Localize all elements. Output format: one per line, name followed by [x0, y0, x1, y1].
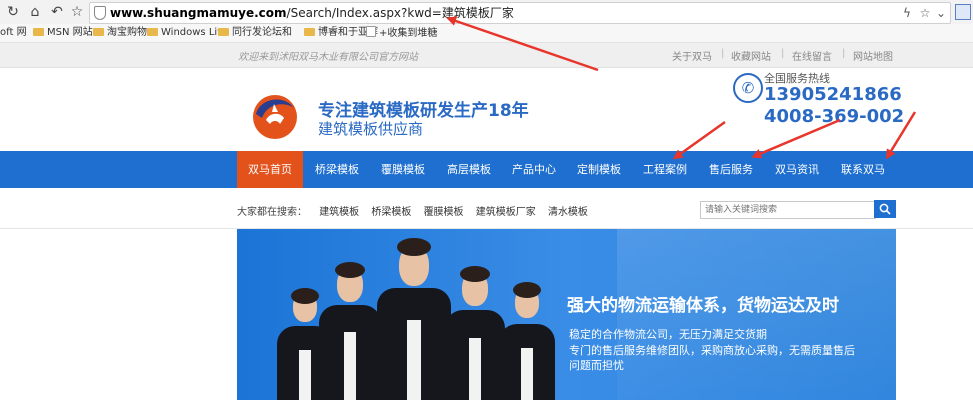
undo-icon[interactable]: ↶ — [48, 3, 66, 21]
lightning-icon[interactable]: ϟ — [900, 6, 914, 20]
dropdown-chevron-icon[interactable]: ⌄ — [934, 6, 948, 20]
phone-icon: ✆ — [733, 73, 763, 103]
folder-icon — [304, 28, 315, 36]
banner-text-line: 专门的售后服务维修团队，采购商放心采购，无需质量售后 — [569, 344, 855, 357]
hot-search-link[interactable]: 建筑模板 — [319, 203, 359, 218]
hero-banner[interactable]: 强大的物流运输体系，货物运达及时 稳定的合作物流公司，无压力满足交货期 专门的售… — [237, 229, 896, 400]
nav-home[interactable]: 双马首页 — [237, 151, 303, 188]
search-input[interactable] — [700, 201, 876, 219]
bookmark-item[interactable]: Windows Liv — [147, 26, 223, 40]
banner-text-line: 问题而担忧 — [569, 359, 624, 372]
hotline-phone-1: 13905241866 — [764, 84, 902, 105]
message-link[interactable]: 在线留言 — [792, 48, 832, 63]
nav-cases[interactable]: 工程案例 — [633, 151, 697, 188]
folder-icon — [33, 28, 44, 36]
search-button[interactable] — [874, 200, 896, 218]
hot-searches-label: 大家都在搜索： — [237, 207, 307, 218]
nav-custom-formwork[interactable]: 定制模板 — [567, 151, 631, 188]
banner-text-line: 稳定的合作物流公司，无压力满足交货期 — [569, 328, 767, 341]
nav-contact[interactable]: 联系双马 — [831, 151, 895, 188]
bookmark-site-link[interactable]: 收藏网站 — [731, 48, 771, 63]
site-topbar: 欢迎来到沭阳双马木业有限公司官方网站 关于双马 | 收藏网站 | 在线留言 | … — [0, 43, 973, 68]
nav-news[interactable]: 双马资讯 — [765, 151, 829, 188]
hot-searches: 大家都在搜索： 建筑模板 桥梁模板 覆膜模板 建筑模板厂家 清水模板 — [237, 203, 588, 218]
folder-icon — [147, 28, 158, 36]
bookmark-item[interactable]: oft 网 — [0, 26, 27, 40]
bookmark-item[interactable]: 淘宝购物 — [93, 26, 147, 40]
bookmarks-bar: oft 网 MSN 网站 淘宝购物 Windows Liv 同行发论坛和 博睿和… — [0, 24, 973, 43]
hot-search-link[interactable]: 建筑模板厂家 — [476, 203, 536, 218]
banner-title: 强大的物流运输体系，货物运达及时 — [567, 296, 839, 316]
star-icon[interactable]: ☆ — [68, 3, 86, 21]
address-bar[interactable]: www.shuangmamuye.com/Search/Index.aspx?k… — [89, 2, 951, 24]
nav-bridge-formwork[interactable]: 桥梁模板 — [305, 151, 369, 188]
folder-icon — [93, 28, 104, 36]
reload-icon[interactable]: ↻ — [4, 3, 22, 21]
url-text[interactable]: www.shuangmamuye.com/Search/Index.aspx?k… — [110, 5, 514, 21]
search-icon — [879, 203, 891, 215]
divider: | — [721, 48, 725, 59]
about-link[interactable]: 关于双马 — [672, 48, 712, 63]
divider: | — [842, 48, 846, 59]
nav-film-formwork[interactable]: 覆膜模板 — [371, 151, 435, 188]
bookmark-item[interactable]: +收集到堆糖 — [366, 26, 437, 40]
slogan-sub: 建筑模板供应商 — [318, 120, 424, 138]
security-shield-icon — [94, 6, 106, 20]
divider: | — [781, 48, 785, 59]
hot-search-link[interactable]: 桥梁模板 — [371, 203, 411, 218]
browser-toolbar: ↻ ⌂ ↶ ☆ www.shuangmamuye.com/Search/Inde… — [0, 0, 973, 25]
sitemap-link[interactable]: 网站地图 — [853, 48, 893, 63]
hot-search-link[interactable]: 清水模板 — [548, 203, 588, 218]
nav-products[interactable]: 产品中心 — [502, 151, 566, 188]
hot-search-link[interactable]: 覆膜模板 — [424, 203, 464, 218]
bookmark-item[interactable]: 同行发论坛和 — [218, 26, 292, 40]
extension-icon[interactable] — [955, 4, 971, 20]
bookmark-item[interactable]: MSN 网站 — [33, 26, 93, 40]
nav-highrise-formwork[interactable]: 高层模板 — [437, 151, 501, 188]
team-photo — [237, 229, 555, 400]
hotline-phone-2: 4008-369-002 — [764, 106, 905, 127]
page-icon — [366, 26, 376, 37]
favorite-star-icon[interactable]: ☆ — [918, 6, 932, 20]
folder-icon — [218, 28, 229, 36]
nav-after-sales[interactable]: 售后服务 — [699, 151, 763, 188]
main-nav: 双马首页 桥梁模板 覆膜模板 高层模板 产品中心 定制模板 工程案例 售后服务 … — [0, 151, 973, 188]
welcome-text: 欢迎来到沭阳双马木业有限公司官方网站 — [238, 52, 418, 63]
company-logo[interactable] — [250, 90, 300, 140]
home-icon[interactable]: ⌂ — [26, 3, 44, 21]
